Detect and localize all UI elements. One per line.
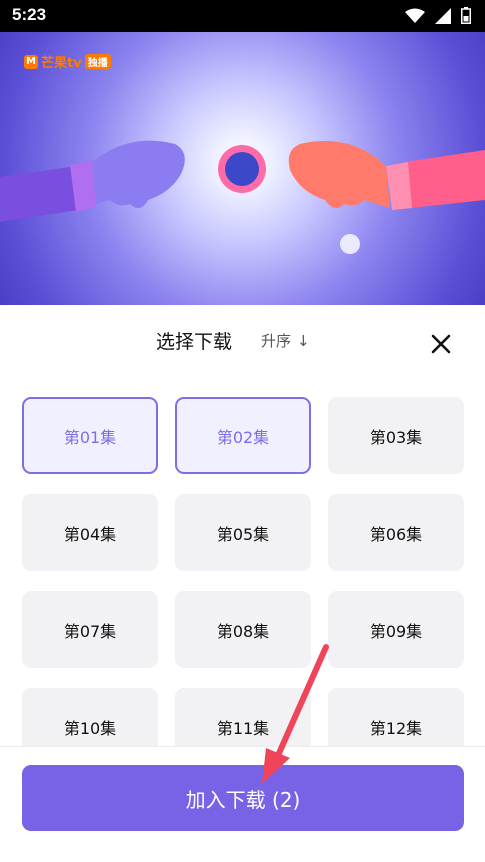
sort-arrow-icon: ↓ xyxy=(297,331,310,350)
episode-label: 第10集 xyxy=(63,718,117,738)
status-time: 5:23 xyxy=(12,5,47,24)
signal-icon xyxy=(435,7,451,24)
episode-item[interactable]: 第02集 xyxy=(175,397,311,474)
episode-label: 第12集 xyxy=(369,718,423,738)
sort-toggle[interactable]: 升序 ↓ xyxy=(261,330,310,351)
episode-label: 第05集 xyxy=(216,524,270,544)
episode-label: 第04集 xyxy=(63,524,117,544)
battery-icon xyxy=(461,7,471,24)
video-artwork xyxy=(0,140,485,254)
episode-label: 第03集 xyxy=(369,427,423,447)
close-icon[interactable] xyxy=(428,331,454,357)
video-player[interactable]: M 芒果tv 独播 xyxy=(0,32,485,305)
sort-label: 升序 xyxy=(261,332,292,350)
status-icons xyxy=(405,7,471,24)
episode-label: 第07集 xyxy=(63,621,117,641)
episode-label: 第09集 xyxy=(369,621,423,641)
episode-item[interactable]: 第08集 xyxy=(175,591,311,668)
right-hand xyxy=(288,140,390,209)
episode-item[interactable]: 第05集 xyxy=(175,494,311,571)
episode-item[interactable]: 第11集 xyxy=(175,688,311,747)
episode-label: 第06集 xyxy=(369,524,423,544)
episode-label: 第11集 xyxy=(216,718,270,738)
add-to-download-button[interactable]: 加入下载 (2) xyxy=(22,765,464,831)
episode-item[interactable]: 第01集 xyxy=(22,397,158,474)
planet-inner xyxy=(225,152,259,186)
light-glow xyxy=(340,234,360,254)
episode-item[interactable]: 第10集 xyxy=(22,688,158,747)
episode-grid: 第01集 第02集 第03集 第04集 第05集 第06集 第07集 第08集 … xyxy=(22,397,464,747)
episode-label: 第02集 xyxy=(216,427,270,447)
left-hand xyxy=(92,140,185,209)
episode-item[interactable]: 第12集 xyxy=(328,688,464,747)
right-sleeve xyxy=(405,150,485,208)
episode-item[interactable]: 第04集 xyxy=(22,494,158,571)
right-cuff xyxy=(386,162,412,210)
episode-item[interactable]: 第06集 xyxy=(328,494,464,571)
wifi-icon xyxy=(405,8,425,23)
status-bar: 5:23 xyxy=(0,0,485,32)
footer-bar: 加入下载 (2) xyxy=(0,746,485,862)
episode-label: 第08集 xyxy=(216,621,270,641)
left-sleeve xyxy=(0,167,78,222)
episode-item[interactable]: 第07集 xyxy=(22,591,158,668)
sheet-title: 选择下载 xyxy=(156,331,233,353)
episode-label: 第01集 xyxy=(63,427,117,447)
episode-item[interactable]: 第09集 xyxy=(328,591,464,668)
episode-item[interactable]: 第03集 xyxy=(328,397,464,474)
